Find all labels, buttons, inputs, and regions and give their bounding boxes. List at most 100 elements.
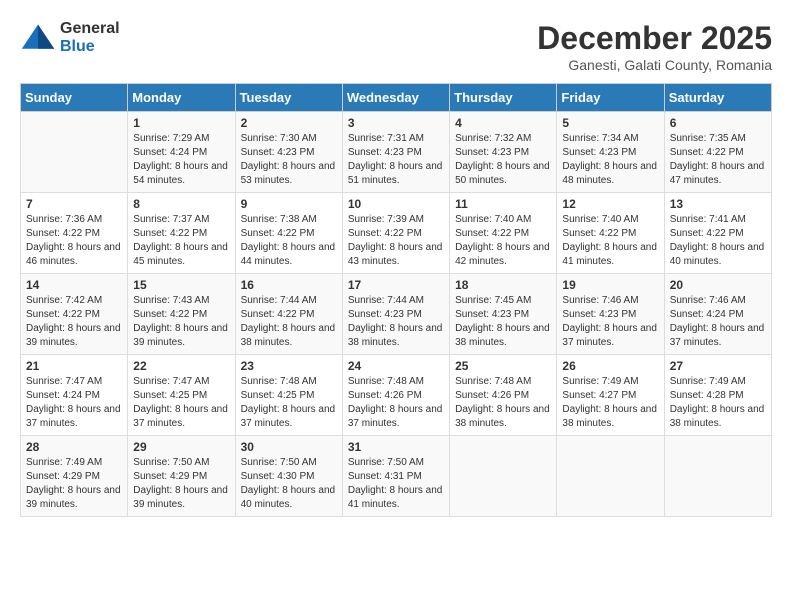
calendar-cell: 5 Sunrise: 7:34 AM Sunset: 4:23 PM Daylig… <box>557 112 664 193</box>
week-row-4: 21 Sunrise: 7:47 AM Sunset: 4:24 PM Dayli… <box>21 355 772 436</box>
day-number: 15 <box>133 278 229 292</box>
main-title: December 2025 <box>537 20 772 57</box>
day-number: 13 <box>670 197 766 211</box>
day-info: Sunrise: 7:47 AM Sunset: 4:24 PM Dayligh… <box>26 375 122 431</box>
calendar-cell: 9 Sunrise: 7:38 AM Sunset: 4:22 PM Daylig… <box>235 193 342 274</box>
calendar-cell: 27 Sunrise: 7:49 AM Sunset: 4:28 PM Dayli… <box>664 355 771 436</box>
week-row-1: 1Sunrise: 7:29 AM Sunset: 4:24 PM Daylig… <box>21 112 772 193</box>
calendar-cell: 7 Sunrise: 7:36 AM Sunset: 4:22 PM Daylig… <box>21 193 128 274</box>
calendar-cell <box>664 436 771 517</box>
day-info: Sunrise: 7:29 AM Sunset: 4:24 PM Dayligh… <box>133 132 229 188</box>
day-info: Sunrise: 7:49 AM Sunset: 4:29 PM Dayligh… <box>26 456 122 512</box>
calendar-cell: 24Sunrise: 7:48 AM Sunset: 4:26 PM Dayli… <box>342 355 449 436</box>
day-info: Sunrise: 7:43 AM Sunset: 4:22 PM Dayligh… <box>133 294 229 350</box>
calendar-header: SundayMondayTuesdayWednesdayThursdayFrid… <box>21 84 772 112</box>
day-info: Sunrise: 7:36 AM Sunset: 4:22 PM Dayligh… <box>26 213 122 269</box>
day-number: 10 <box>348 197 444 211</box>
day-number: 20 <box>670 278 766 292</box>
day-info: Sunrise: 7:39 AM Sunset: 4:22 PM Dayligh… <box>348 213 444 269</box>
day-number: 27 <box>670 359 766 373</box>
logo-text: General Blue <box>60 20 120 55</box>
day-number: 21 <box>26 359 122 373</box>
calendar-cell: 2 Sunrise: 7:30 AM Sunset: 4:23 PM Daylig… <box>235 112 342 193</box>
calendar-cell: 11 Sunrise: 7:40 AM Sunset: 4:22 PM Dayli… <box>450 193 557 274</box>
calendar-cell: 17Sunrise: 7:44 AM Sunset: 4:23 PM Dayli… <box>342 274 449 355</box>
calendar-cell: 19 Sunrise: 7:46 AM Sunset: 4:23 PM Dayli… <box>557 274 664 355</box>
calendar-cell: 26Sunrise: 7:49 AM Sunset: 4:27 PM Dayli… <box>557 355 664 436</box>
day-info: Sunrise: 7:42 AM Sunset: 4:22 PM Dayligh… <box>26 294 122 350</box>
day-number: 2 <box>241 116 337 130</box>
subtitle: Ganesti, Galati County, Romania <box>537 57 772 73</box>
day-info: Sunrise: 7:50 AM Sunset: 4:31 PM Dayligh… <box>348 456 444 512</box>
day-number: 19 <box>562 278 658 292</box>
day-number: 23 <box>241 359 337 373</box>
day-number: 8 <box>133 197 229 211</box>
day-info: Sunrise: 7:48 AM Sunset: 4:25 PM Dayligh… <box>241 375 337 431</box>
calendar-cell: 20 Sunrise: 7:46 AM Sunset: 4:24 PM Dayli… <box>664 274 771 355</box>
title-block: December 2025 Ganesti, Galati County, Ro… <box>537 20 772 73</box>
day-number: 9 <box>241 197 337 211</box>
header-day-friday: Friday <box>557 84 664 112</box>
calendar-cell: 25 Sunrise: 7:48 AM Sunset: 4:26 PM Dayli… <box>450 355 557 436</box>
header-day-sunday: Sunday <box>21 84 128 112</box>
day-number: 14 <box>26 278 122 292</box>
day-number: 11 <box>455 197 551 211</box>
day-info: Sunrise: 7:40 AM Sunset: 4:22 PM Dayligh… <box>562 213 658 269</box>
day-info: Sunrise: 7:47 AM Sunset: 4:25 PM Dayligh… <box>133 375 229 431</box>
day-info: Sunrise: 7:46 AM Sunset: 4:24 PM Dayligh… <box>670 294 766 350</box>
day-info: Sunrise: 7:37 AM Sunset: 4:22 PM Dayligh… <box>133 213 229 269</box>
day-number: 5 <box>562 116 658 130</box>
day-info: Sunrise: 7:30 AM Sunset: 4:23 PM Dayligh… <box>241 132 337 188</box>
header-day-monday: Monday <box>128 84 235 112</box>
day-number: 17 <box>348 278 444 292</box>
day-number: 6 <box>670 116 766 130</box>
day-info: Sunrise: 7:45 AM Sunset: 4:23 PM Dayligh… <box>455 294 551 350</box>
day-info: Sunrise: 7:46 AM Sunset: 4:23 PM Dayligh… <box>562 294 658 350</box>
logo-blue-text: Blue <box>60 38 120 56</box>
logo-general-text: General <box>60 20 120 38</box>
day-info: Sunrise: 7:48 AM Sunset: 4:26 PM Dayligh… <box>455 375 551 431</box>
calendar-cell: 18Sunrise: 7:45 AM Sunset: 4:23 PM Dayli… <box>450 274 557 355</box>
calendar-cell: 30Sunrise: 7:50 AM Sunset: 4:30 PM Dayli… <box>235 436 342 517</box>
day-number: 7 <box>26 197 122 211</box>
day-number: 25 <box>455 359 551 373</box>
day-info: Sunrise: 7:49 AM Sunset: 4:28 PM Dayligh… <box>670 375 766 431</box>
day-number: 3 <box>348 116 444 130</box>
day-info: Sunrise: 7:40 AM Sunset: 4:22 PM Dayligh… <box>455 213 551 269</box>
calendar-cell: 29Sunrise: 7:50 AM Sunset: 4:29 PM Dayli… <box>128 436 235 517</box>
page-header: General Blue December 2025 Ganesti, Gala… <box>20 20 772 73</box>
day-info: Sunrise: 7:31 AM Sunset: 4:23 PM Dayligh… <box>348 132 444 188</box>
calendar-cell: 4Sunrise: 7:32 AM Sunset: 4:23 PM Daylig… <box>450 112 557 193</box>
calendar-cell: 23 Sunrise: 7:48 AM Sunset: 4:25 PM Dayli… <box>235 355 342 436</box>
header-day-wednesday: Wednesday <box>342 84 449 112</box>
calendar-cell: 3 Sunrise: 7:31 AM Sunset: 4:23 PM Daylig… <box>342 112 449 193</box>
day-info: Sunrise: 7:44 AM Sunset: 4:22 PM Dayligh… <box>241 294 337 350</box>
calendar-cell: 1Sunrise: 7:29 AM Sunset: 4:24 PM Daylig… <box>128 112 235 193</box>
calendar-cell: 21 Sunrise: 7:47 AM Sunset: 4:24 PM Dayli… <box>21 355 128 436</box>
calendar-cell: 28Sunrise: 7:49 AM Sunset: 4:29 PM Dayli… <box>21 436 128 517</box>
calendar-cell: 6 Sunrise: 7:35 AM Sunset: 4:22 PM Daylig… <box>664 112 771 193</box>
week-row-2: 7 Sunrise: 7:36 AM Sunset: 4:22 PM Daylig… <box>21 193 772 274</box>
day-info: Sunrise: 7:48 AM Sunset: 4:26 PM Dayligh… <box>348 375 444 431</box>
day-number: 30 <box>241 440 337 454</box>
day-info: Sunrise: 7:38 AM Sunset: 4:22 PM Dayligh… <box>241 213 337 269</box>
calendar-cell <box>557 436 664 517</box>
day-number: 31 <box>348 440 444 454</box>
week-row-3: 14 Sunrise: 7:42 AM Sunset: 4:22 PM Dayli… <box>21 274 772 355</box>
calendar-cell: 15 Sunrise: 7:43 AM Sunset: 4:22 PM Dayli… <box>128 274 235 355</box>
header-row: SundayMondayTuesdayWednesdayThursdayFrid… <box>21 84 772 112</box>
day-number: 22 <box>133 359 229 373</box>
day-info: Sunrise: 7:34 AM Sunset: 4:23 PM Dayligh… <box>562 132 658 188</box>
calendar-table: SundayMondayTuesdayWednesdayThursdayFrid… <box>20 83 772 517</box>
calendar-cell <box>21 112 128 193</box>
calendar-cell: 31 Sunrise: 7:50 AM Sunset: 4:31 PM Dayli… <box>342 436 449 517</box>
logo-icon <box>20 20 56 56</box>
header-day-thursday: Thursday <box>450 84 557 112</box>
day-info: Sunrise: 7:35 AM Sunset: 4:22 PM Dayligh… <box>670 132 766 188</box>
day-number: 4 <box>455 116 551 130</box>
day-number: 16 <box>241 278 337 292</box>
day-info: Sunrise: 7:50 AM Sunset: 4:29 PM Dayligh… <box>133 456 229 512</box>
calendar-cell: 14 Sunrise: 7:42 AM Sunset: 4:22 PM Dayli… <box>21 274 128 355</box>
calendar-cell: 22 Sunrise: 7:47 AM Sunset: 4:25 PM Dayli… <box>128 355 235 436</box>
calendar-cell <box>450 436 557 517</box>
